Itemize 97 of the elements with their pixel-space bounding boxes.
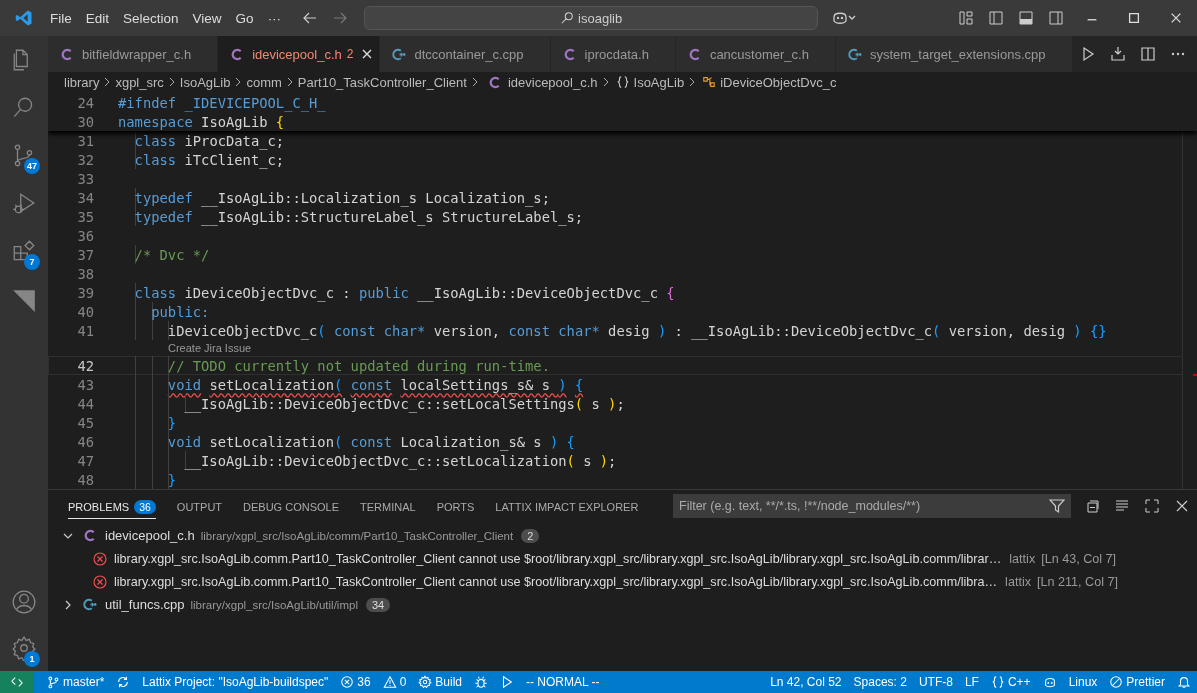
line-number: 30 [76, 113, 95, 130]
editor-tab[interactable]: cancustomer_c.h [675, 36, 836, 72]
file-path: library/xgpl_src/IsoAgLib/comm/Part10_TaskController_Client [200, 529, 514, 542]
file-name[interactable]: util_funcs.cpp [105, 597, 185, 612]
editor-tab[interactable]: idevicepool_c.h 2 [218, 36, 381, 72]
problem-message[interactable]: library.xgpl_src.IsoAgLib.comm.Part10_TaskController_Client cannot use $root/library.xgpl_src/library.xgpl_src.IsoAgLib/library.xgpl_src.IsoAgLib.comm/librar… [114, 551, 1002, 566]
count-badge: 47 [24, 158, 40, 174]
filter-field[interactable]: Filter (e.g. text, **/*.ts, !**/node_modules/**) [673, 494, 1071, 518]
status-item[interactable]: Spaces: 2 [847, 675, 913, 689]
code-line: __IsoAgLib::DeviceObjectDvc_c::setLocalSettings( s ); [183, 395, 625, 412]
panel-tab[interactable]: TERMINAL [360, 494, 416, 518]
code-line: namespace IsoAgLib { [118, 113, 285, 130]
code-line: class iProcData_c; [133, 132, 285, 149]
panel-tab[interactable]: LATTIX IMPACT EXPLORER [495, 494, 639, 518]
line-number: 48 [76, 471, 95, 488]
code-line: public: [150, 303, 210, 320]
status-item[interactable]: C++ [984, 675, 1037, 689]
editor-tab[interactable]: iprocdata.h [550, 36, 676, 72]
panel-tab[interactable]: PROBLEMS 36 [68, 493, 156, 519]
menu-item[interactable]: Selection [116, 10, 186, 26]
status-item[interactable]: Ln 42, Col 52 [764, 675, 848, 689]
line-number: 42 [76, 357, 95, 374]
line-number: 33 [76, 170, 95, 187]
line-number: 35 [76, 208, 95, 225]
problem-location: [Ln 43, Col 7] [1041, 551, 1117, 566]
code-line: typedef __IsoAgLib::Localization_s Localization_s; [133, 189, 550, 206]
line-number: 39 [76, 284, 95, 301]
count-badge: 2 [521, 528, 540, 543]
problem-source: lattix [1005, 574, 1031, 589]
editor-tab[interactable]: bitfieldwrapper_c.h [48, 36, 219, 72]
line-number: 44 [76, 395, 95, 412]
panel-tab[interactable]: DEBUG CONSOLE [243, 494, 340, 518]
code-line: iDeviceObjectDvc_c( const char* version, const char* desig ) : __IsoAgLib::DeviceObjectDvc_c( version, desig ) {} [166, 322, 1107, 339]
line-number: 31 [76, 132, 95, 149]
count-badge: 7 [24, 254, 40, 270]
status-item[interactable]: Build [412, 675, 469, 689]
editor-tab[interactable]: system_target_extensions.cpp [835, 36, 1073, 72]
breadcrumb-item[interactable]: library [64, 74, 100, 90]
line-number: 47 [76, 452, 95, 469]
activity-bar-item[interactable]: 7 [0, 228, 48, 276]
line-number: 45 [76, 414, 95, 431]
panel-tab[interactable]: OUTPUT [176, 494, 223, 518]
search-field[interactable]: isoaglib [364, 6, 819, 30]
line-number: 38 [76, 265, 95, 282]
line-number: 36 [76, 227, 95, 244]
code-line: class iTcClient_c; [133, 151, 285, 168]
menu-item[interactable]: File [43, 10, 79, 26]
problem-message[interactable]: library.xgpl_src.IsoAgLib.comm.Part10_TaskController_Client cannot use $root/library.xgpl_src/library.xgpl_src.IsoAgLib/library.xgpl_src.IsoAgLib.comm/libra… [114, 574, 998, 589]
line-number: 43 [76, 376, 95, 393]
line-number: 46 [76, 433, 95, 450]
status-item[interactable]: UTF-8 [912, 675, 959, 689]
code-line: void setLocalization( const Localization_s& s ) { [166, 433, 575, 450]
status-item[interactable]: 0 [376, 675, 413, 689]
editor-tab[interactable]: dtccontainer_c.cpp [380, 36, 551, 72]
line-number: 37 [76, 246, 95, 263]
breadcrumb-item[interactable]: idevicepool_c.h [507, 74, 598, 90]
status-item[interactable]: 36 [334, 675, 377, 689]
problem-source: lattix [1009, 551, 1036, 566]
code-line: class iDeviceObjectDvc_c : public __IsoAgLib::DeviceObjectDvc_c { [133, 284, 675, 301]
menu-item[interactable]: View [185, 10, 229, 26]
count-badge: 34 [365, 597, 391, 612]
breadcrumb-item[interactable]: comm [246, 74, 282, 90]
breadcrumb-item[interactable]: iDeviceObjectDvc_c [720, 74, 837, 90]
status-item[interactable]: Lattix Project: "IsoAgLib-buildspec" [136, 675, 335, 689]
problem-count: 2 [346, 47, 354, 61]
line-number: 40 [76, 303, 95, 320]
panel-tab[interactable]: PORTS [436, 494, 475, 518]
status-item[interactable]: LF [958, 675, 985, 689]
activity-bar-item[interactable]: 47 [0, 132, 48, 180]
breadcrumb-item[interactable]: IsoAgLib [179, 74, 231, 90]
code-line: } [166, 414, 177, 431]
code-line: __IsoAgLib::DeviceObjectDvc_c::setLocalization( s ); [183, 452, 617, 469]
codelens-link[interactable]: Create Jira Issue [168, 342, 252, 354]
line-number: 32 [76, 151, 95, 168]
line-number: 24 [76, 94, 95, 111]
line-number: 34 [76, 189, 95, 206]
code-line: /* Dvc */ [133, 246, 210, 263]
count-badge: 1 [24, 651, 40, 667]
code-line: #ifndef _IDEVICEPOOL_C_H_ [118, 94, 326, 111]
status-item[interactable]: master* [40, 675, 111, 689]
problem-location: [Ln 211, Col 7] [1037, 574, 1118, 589]
code-line: typedef __IsoAgLib::StructureLabel_s StructureLabel_s; [133, 208, 584, 225]
code-line: // TODO currently not updated during run-time. [166, 357, 550, 374]
file-path: library/xgpl_src/IsoAgLib/util/impl [190, 598, 358, 611]
file-name[interactable]: idevicepool_c.h [105, 528, 195, 543]
line-number: 41 [76, 322, 95, 339]
breadcrumb-item[interactable]: IsoAgLib [633, 74, 685, 90]
status-item[interactable]: -- NORMAL -- [520, 675, 606, 689]
menu-item[interactable]: ··· [260, 10, 289, 26]
code-line: } [166, 471, 177, 488]
breadcrumb-item[interactable]: xgpl_src [115, 74, 164, 90]
status-item[interactable]: Prettier [1103, 675, 1171, 689]
breadcrumb-item[interactable]: Part10_TaskController_Client [297, 74, 467, 90]
menu-item[interactable]: Edit [78, 10, 117, 26]
code-line: void setLocalization( const localSettings_s& s ) { [166, 376, 584, 393]
menu-item[interactable]: Go [228, 10, 261, 26]
status-item[interactable]: Linux [1062, 675, 1104, 689]
